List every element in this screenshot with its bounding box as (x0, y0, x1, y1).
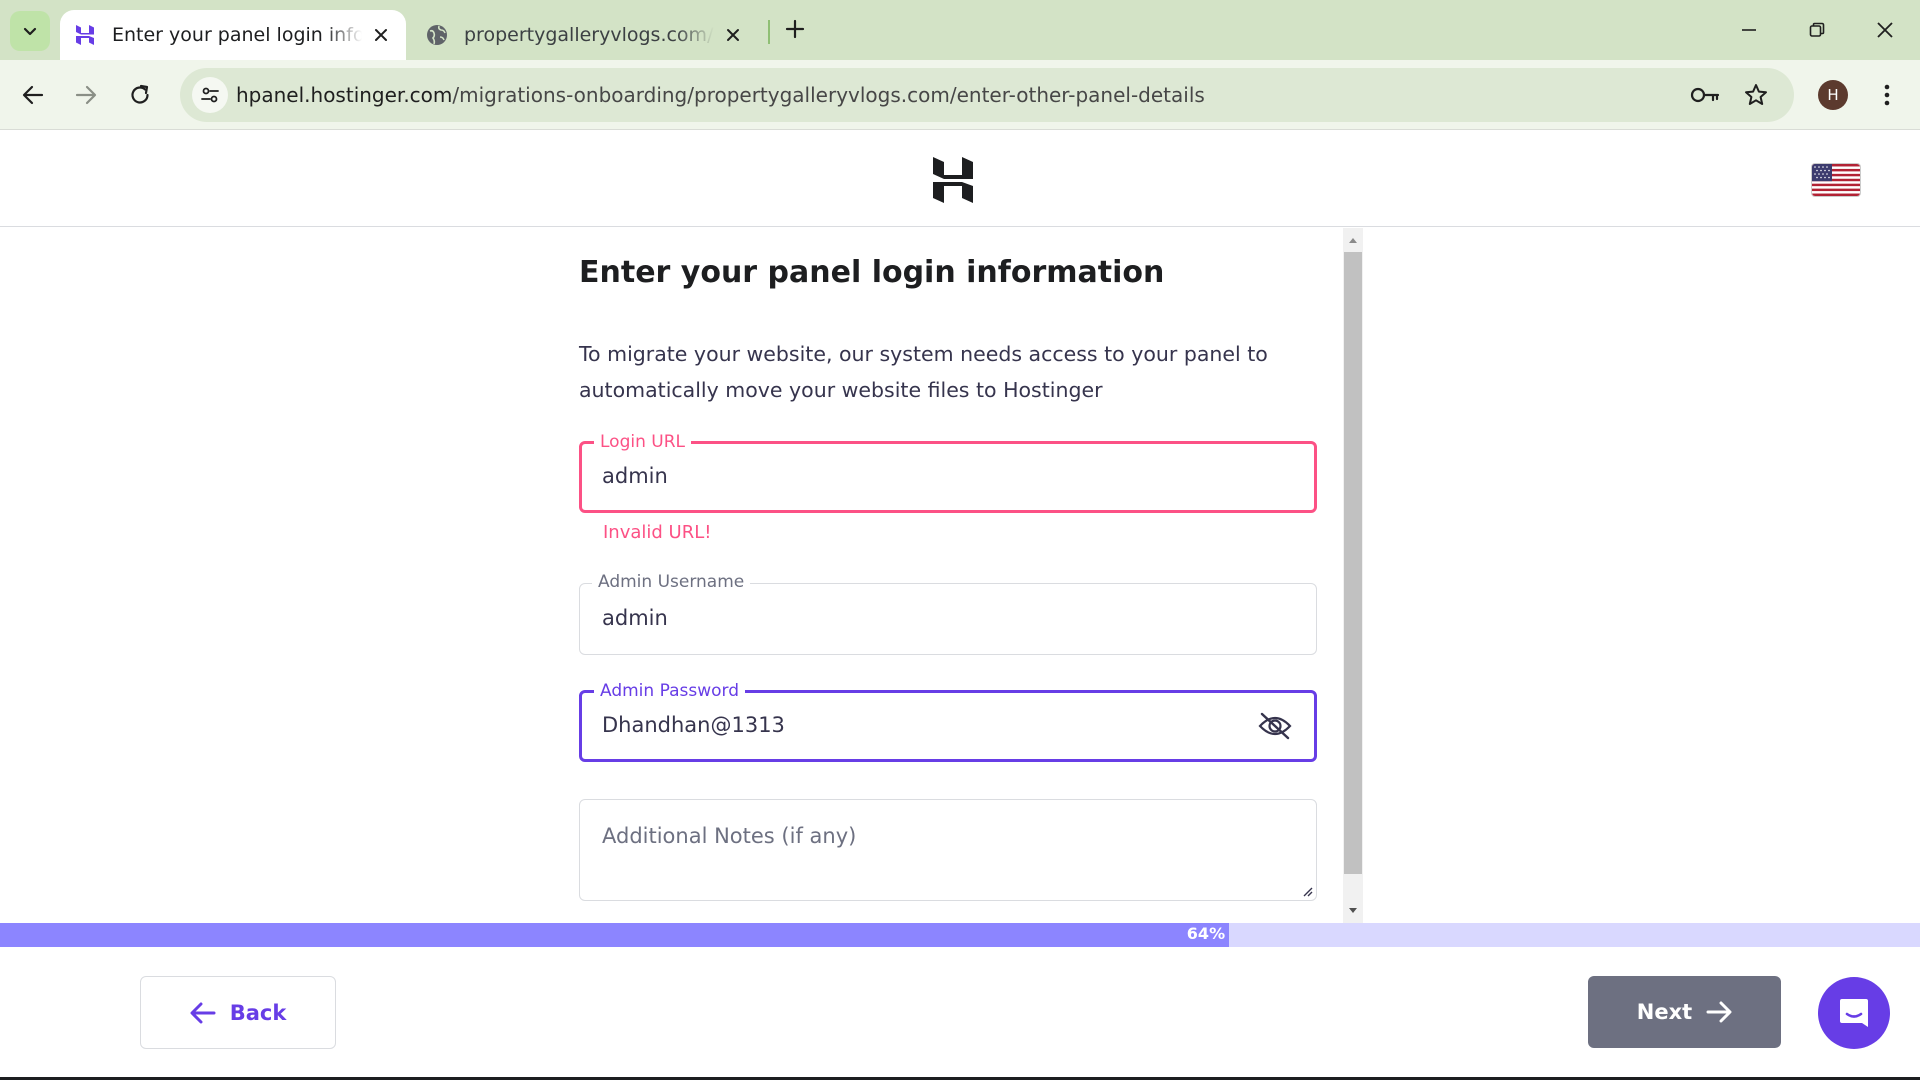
login-url-label: Login URL (594, 432, 691, 452)
restore-button[interactable] (1794, 12, 1840, 48)
scroll-down-icon[interactable] (1347, 905, 1359, 917)
back-nav-button[interactable] (15, 77, 51, 113)
window-close-button[interactable] (1862, 12, 1908, 48)
tab-separator (768, 20, 770, 44)
next-button-label: Next (1636, 1000, 1693, 1024)
main-content: Enter your panel login information To mi… (0, 228, 1920, 923)
url-text: hpanel.hostinger.com/migrations-onboardi… (236, 83, 1205, 107)
migration-progress-bar: 64% (0, 923, 1920, 947)
star-icon[interactable] (1741, 80, 1771, 110)
tab-propertygallery[interactable]: propertygalleryvlogs.com/landing (412, 10, 758, 60)
login-url-error: Invalid URL! (603, 522, 712, 543)
window-close-icon (1877, 22, 1893, 38)
page-description: To migrate your website, our system need… (579, 342, 1268, 402)
scrollbar-thumb[interactable] (1344, 252, 1362, 874)
restore-icon (1809, 22, 1825, 37)
tab-title: propertygalleryvlogs.com/landing (464, 24, 714, 46)
next-button[interactable]: Next (1588, 976, 1781, 1048)
arrow-left-icon (190, 1002, 216, 1023)
key-icon[interactable] (1690, 80, 1720, 110)
arrow-right-icon (1706, 1001, 1732, 1023)
plus-icon (785, 19, 805, 39)
page-footer: Back Next (0, 947, 1920, 1080)
back-arrow-icon (22, 85, 44, 105)
admin-username-input[interactable]: admin (602, 606, 668, 630)
url-host: hpanel.hostinger.com (236, 83, 453, 107)
profile-avatar[interactable]: H (1818, 80, 1848, 110)
tab-search-button[interactable] (10, 11, 50, 51)
url-path: /migrations-onboarding/propertygalleryvl… (452, 83, 1205, 107)
minimize-icon (1742, 29, 1756, 31)
page-header (0, 131, 1920, 227)
admin-password-input[interactable]: Dhandhan@1313 (602, 713, 785, 737)
progress-fill (0, 923, 1229, 947)
back-button[interactable]: Back (140, 976, 336, 1049)
resize-handle-icon[interactable] (1301, 885, 1313, 897)
browser-toolbar: hpanel.hostinger.com/migrations-onboardi… (0, 60, 1920, 130)
close-icon[interactable] (370, 24, 392, 46)
additional-notes-textarea[interactable]: Additional Notes (if any) (579, 799, 1317, 901)
content-scrollbar[interactable] (1343, 228, 1363, 923)
admin-password-label: Admin Password (594, 681, 745, 701)
tab-title: Enter your panel login information | Hos… (112, 24, 362, 46)
progress-label: 64% (1186, 924, 1226, 943)
admin-username-field[interactable]: Admin Username admin (579, 572, 1317, 655)
new-tab-button[interactable] (780, 14, 810, 44)
hostinger-logo[interactable] (930, 155, 976, 205)
back-button-label: Back (229, 1000, 287, 1025)
chat-icon (1840, 999, 1868, 1027)
address-bar[interactable]: hpanel.hostinger.com/migrations-onboardi… (180, 68, 1794, 122)
page-title: Enter your panel login information (579, 255, 1165, 290)
globe-icon (426, 24, 448, 46)
tab-hostinger[interactable]: Enter your panel login information | Hos… (60, 10, 406, 60)
site-settings-icon[interactable] (192, 77, 228, 113)
forward-nav-button[interactable] (68, 77, 104, 113)
scroll-up-icon[interactable] (1347, 234, 1359, 246)
hostinger-favicon (74, 24, 96, 46)
more-vert-icon[interactable] (1872, 78, 1902, 112)
minimize-button[interactable] (1726, 12, 1772, 48)
reload-button[interactable] (122, 77, 158, 113)
admin-password-field[interactable]: Admin Password Dhandhan@1313 (579, 681, 1317, 762)
close-icon[interactable] (722, 24, 744, 46)
reload-icon (131, 84, 149, 104)
chevron-down-icon (23, 27, 37, 36)
eye-off-icon[interactable] (1258, 711, 1292, 741)
chat-support-button[interactable] (1818, 977, 1890, 1049)
login-url-field[interactable]: Login URL admin (579, 432, 1317, 513)
additional-notes-placeholder: Additional Notes (if any) (602, 824, 857, 848)
login-url-input[interactable]: admin (602, 464, 668, 488)
forward-arrow-icon (75, 85, 97, 105)
admin-username-label: Admin Username (592, 572, 751, 592)
us-flag-icon[interactable] (1812, 164, 1860, 196)
browser-tab-strip: Enter your panel login information | Hos… (0, 0, 1920, 60)
